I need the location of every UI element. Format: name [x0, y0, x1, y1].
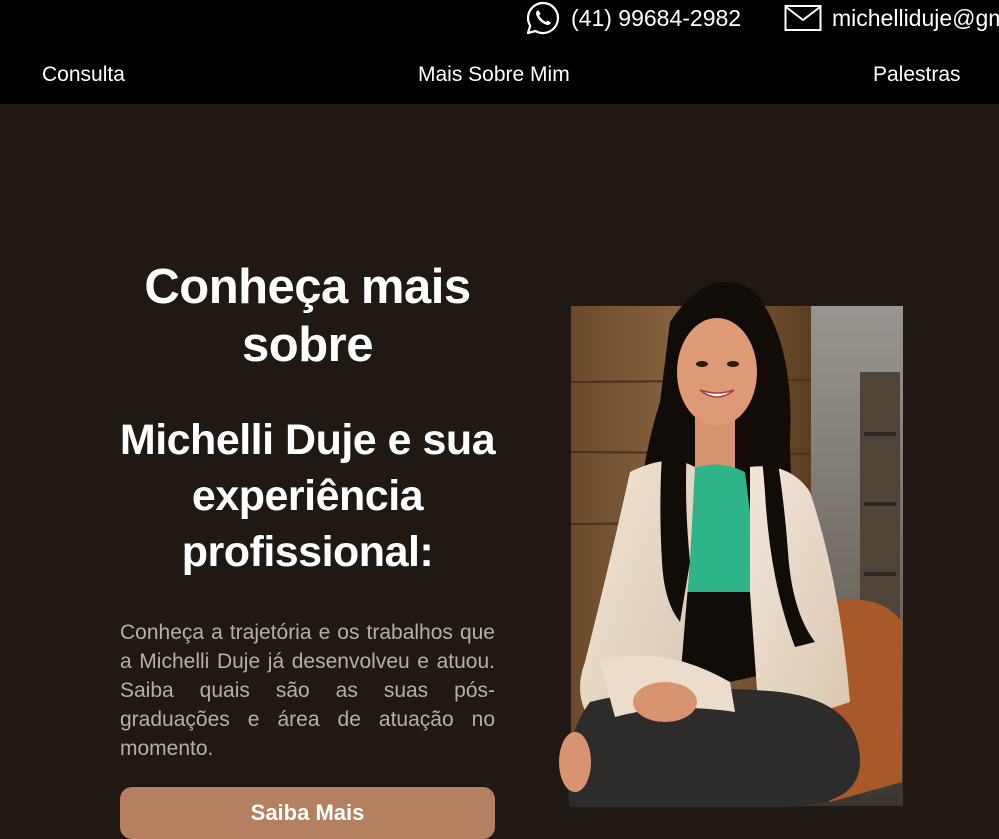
envelope-icon	[784, 4, 822, 32]
hero-title: Conheça mais sobre	[144, 260, 471, 372]
phone-number: (41) 99684-2982	[571, 4, 742, 31]
hero-description: Conheça a trajetória e os trabalhos que …	[120, 621, 495, 760]
phone-contact[interactable]: (41) 99684-2982	[525, 0, 741, 36]
top-header: (41) 99684-2982 michelliduje@gm Consulta…	[0, 0, 999, 104]
nav-palestras[interactable]: Palestras	[873, 60, 961, 90]
hero-subtitle: Michelli Duje e sua experiência profissi…	[119, 416, 496, 576]
nav-mais-sobre-mim[interactable]: Mais Sobre Mim	[418, 60, 570, 90]
portrait-photo	[530, 262, 910, 814]
nav-consulta[interactable]: Consulta	[42, 60, 125, 90]
email-contact[interactable]: michelliduje@gm	[784, 0, 999, 36]
whatsapp-icon	[525, 0, 561, 36]
saiba-mais-button[interactable]: Saiba Mais	[120, 787, 495, 839]
email-address: michelliduje@gm	[832, 4, 999, 31]
